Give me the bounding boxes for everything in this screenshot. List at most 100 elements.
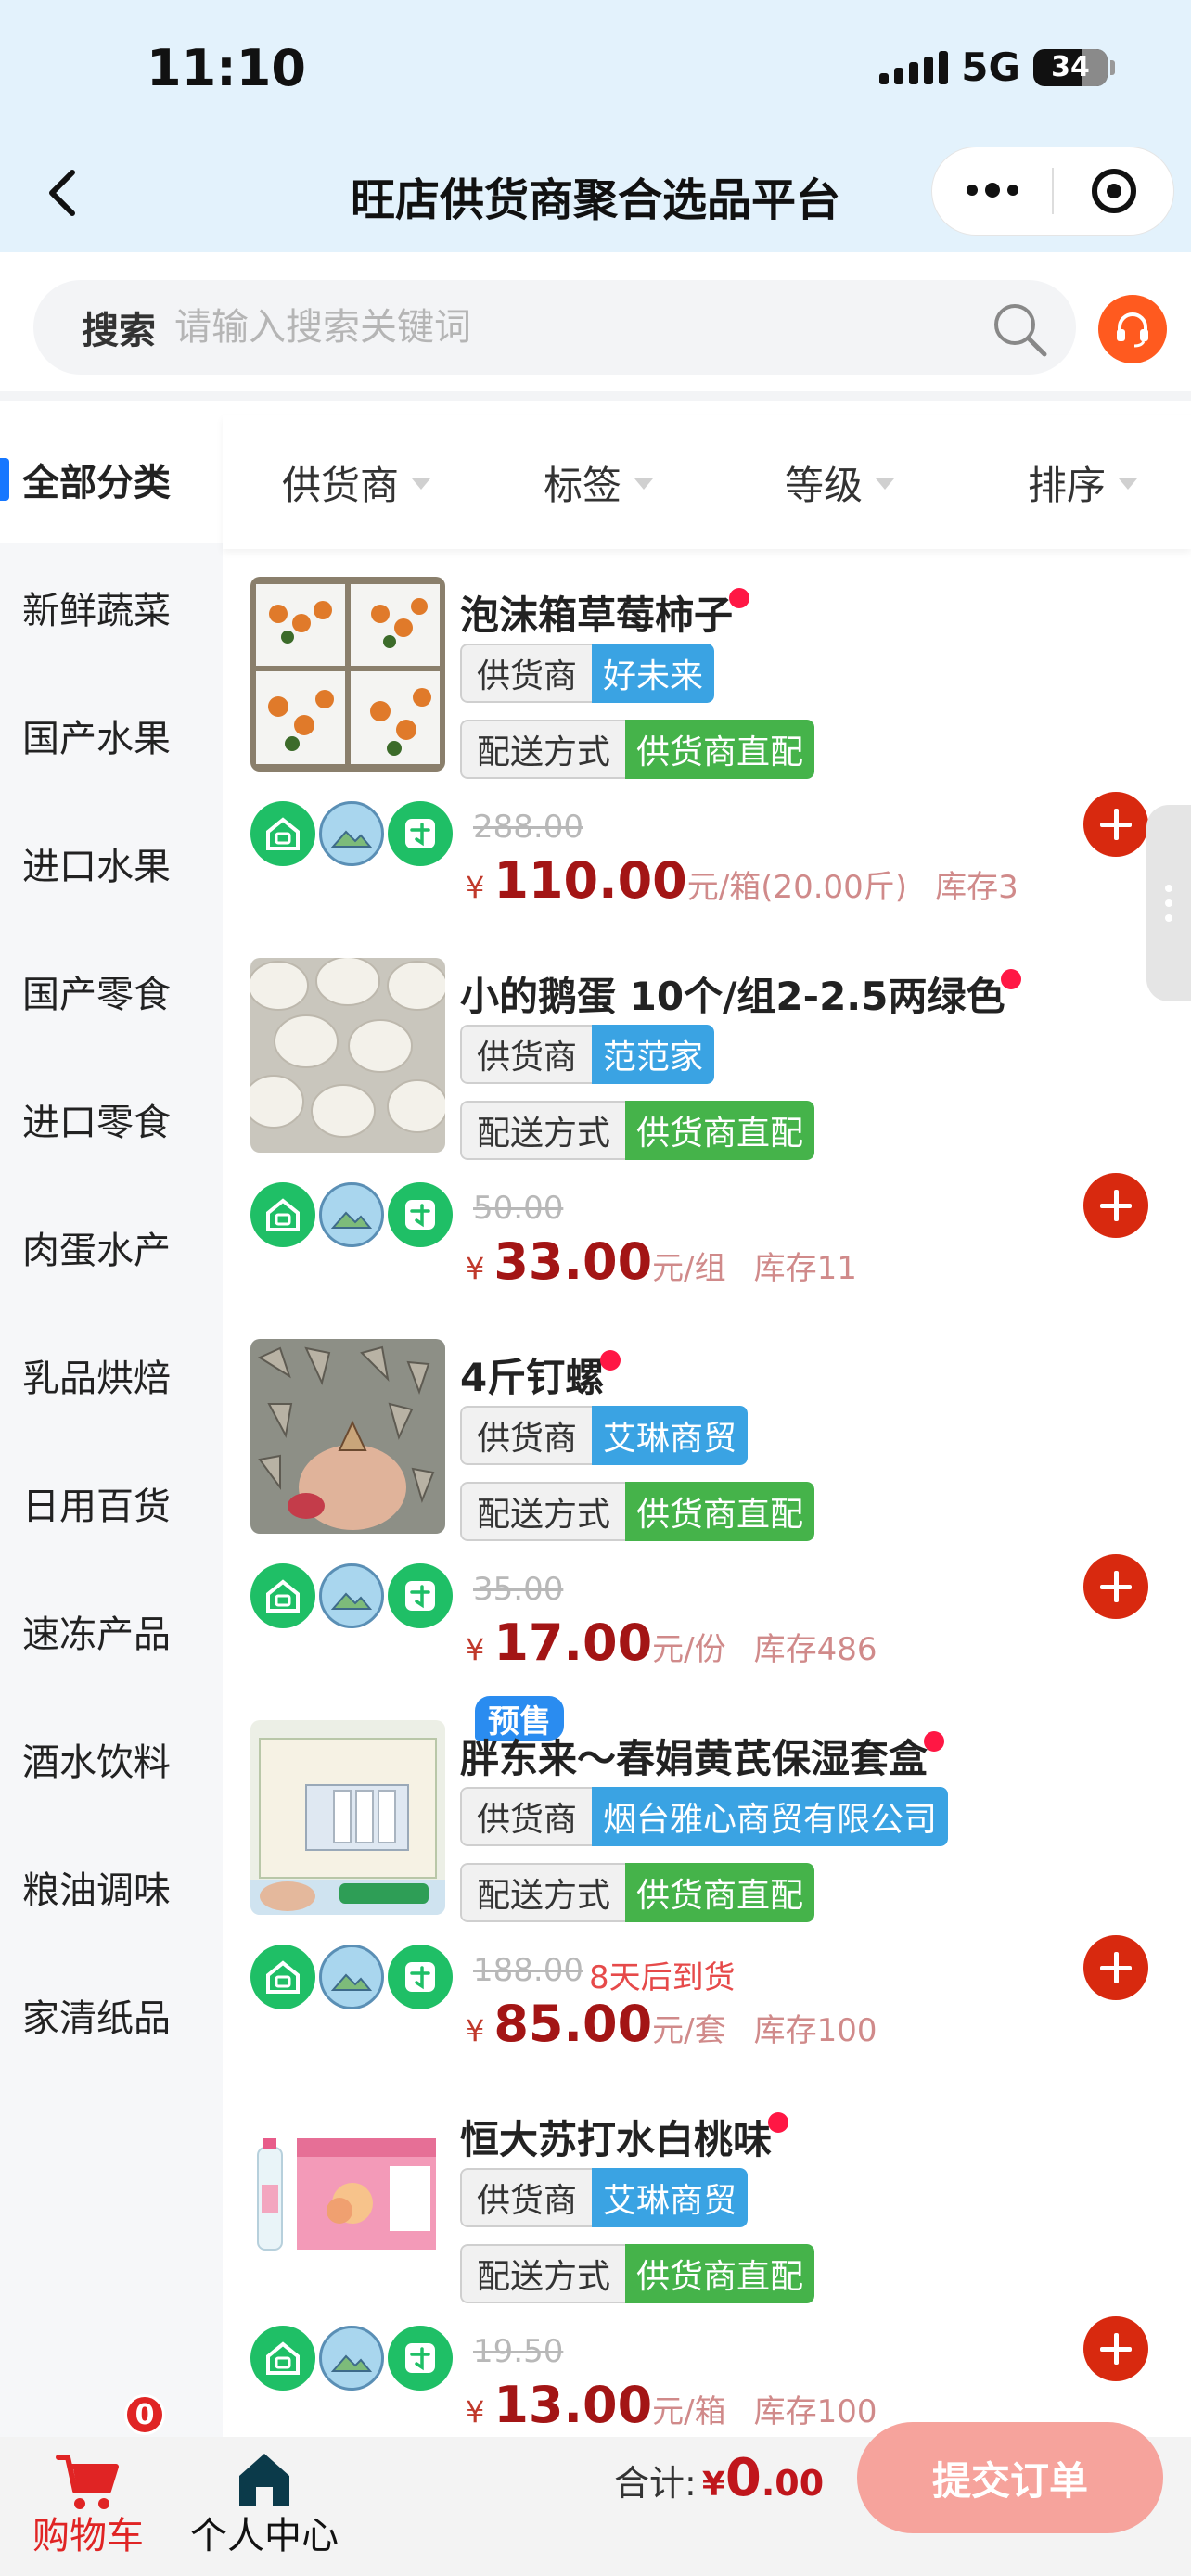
original-price: 50.00 (473, 1190, 564, 1227)
product-name[interactable]: 恒大苏打水白桃味 (460, 2109, 789, 2165)
filter-sort[interactable]: 排序 (1028, 454, 1138, 511)
chevron-down-icon (412, 478, 431, 490)
unread-dot (924, 1731, 945, 1752)
unit: 元/箱(20.00斤) (686, 869, 908, 906)
tab-cart[interactable]: 购物车 (0, 2437, 176, 2576)
image-icon[interactable] (319, 1563, 384, 1628)
product-image[interactable] (250, 1339, 445, 1534)
image-icon[interactable] (319, 1182, 384, 1247)
image-icon[interactable] (319, 2326, 384, 2391)
search-area: 搜索 (0, 252, 1191, 401)
category-sidebar: 全部分类 新鲜蔬菜 国产水果 进口水果 国产零食 进口零食 肉蛋水产 乳品烘焙 … (0, 415, 223, 2437)
mini-program-icon[interactable] (388, 2326, 453, 2391)
price: 13.00 (493, 2376, 653, 2434)
original-price: 188.00 (473, 1952, 583, 1989)
filter-tag[interactable]: 标签 (544, 454, 654, 511)
shop-icon[interactable] (250, 801, 315, 866)
floating-side-handle[interactable] (1146, 805, 1191, 1001)
delivery-tag: 配送方式 供货商直配 (460, 1482, 815, 1541)
search-input[interactable] (174, 306, 1076, 349)
mini-program-icon[interactable] (388, 1182, 453, 1247)
sidebar-item-vegetables[interactable]: 新鲜蔬菜 (0, 543, 223, 671)
search-icon[interactable] (991, 300, 1048, 362)
product-image[interactable] (250, 1720, 445, 1915)
search-bar[interactable]: 搜索 (33, 280, 1076, 375)
submit-order-button[interactable]: 提交订单 (857, 2422, 1163, 2533)
product-name[interactable]: 小的鹅蛋 10个/组2-2.5两绿色 (460, 965, 1022, 1022)
product-image[interactable] (250, 958, 445, 1153)
original-price: 19.50 (473, 2333, 564, 2370)
unit: 元/份 (652, 1631, 726, 1668)
tab-profile[interactable]: 个人中心 (176, 2437, 352, 2576)
unit: 元/箱 (652, 2393, 726, 2430)
product-image[interactable] (250, 2101, 445, 2296)
sidebar-item-all[interactable]: 全部分类 (0, 415, 223, 543)
home-icon (234, 2450, 295, 2519)
sidebar-item-meat-eggs-seafood[interactable]: 肉蛋水产 (0, 1183, 223, 1311)
product-name[interactable]: 4斤钉螺 (460, 1346, 621, 1403)
add-to-cart-button[interactable] (1083, 1173, 1148, 1238)
mini-program-icon[interactable] (388, 1563, 453, 1628)
delivery-tag: 配送方式 供货商直配 (460, 2244, 815, 2303)
product-card[interactable]: 泡沫箱草莓柿子 供货商 好未来 配送方式 供货商直配 288.00 ¥110.00 元… (223, 556, 1191, 937)
filter-supplier[interactable]: 供货商 (282, 454, 431, 511)
product-card[interactable]: 小的鹅蛋 10个/组2-2.5两绿色 供货商 范范家 配送方式 供货商直配 50.0… (223, 937, 1191, 1319)
sidebar-item-domestic-snacks[interactable]: 国产零食 (0, 927, 223, 1055)
cart-count-badge: 0 (124, 2394, 165, 2435)
sidebar-item-daily-goods[interactable]: 日用百货 (0, 1439, 223, 1567)
price: 17.00 (493, 1613, 653, 1672)
supplier-tag: 供货商 烟台雅心商贸有限公司 (460, 1787, 949, 1846)
add-to-cart-button[interactable] (1083, 792, 1148, 857)
order-total: 合计: ¥ 0 .00 (614, 2448, 825, 2508)
product-card[interactable]: 预售 胖东来～春娟黄芪保湿套盒 供货商 烟台雅心商贸有限公司 配送方式 供货商直配 … (223, 1696, 1191, 2081)
more-options-icon[interactable] (932, 183, 1052, 198)
product-name[interactable]: 胖东来～春娟黄芪保湿套盒 (460, 1728, 945, 1784)
battery-icon: 34 (1033, 48, 1115, 86)
stock: 库存486 (753, 1631, 877, 1668)
shop-icon[interactable] (250, 1182, 315, 1247)
product-action-icons (250, 2326, 453, 2391)
top-bar: 11:10 5G 34 旺店供货商聚合选品平台 (0, 0, 1191, 252)
image-icon[interactable] (319, 1945, 384, 2009)
sidebar-item-drinks[interactable]: 酒水饮料 (0, 1695, 223, 1823)
filter-level[interactable]: 等级 (785, 454, 895, 511)
mini-program-icon[interactable] (388, 801, 453, 866)
product-list: 泡沫箱草莓柿子 供货商 好未来 配送方式 供货商直配 288.00 ¥110.00 元… (223, 556, 1191, 2462)
unread-dot (729, 588, 750, 608)
product-action-icons (250, 1945, 453, 2009)
sidebar-item-cleaning-paper[interactable]: 家清纸品 (0, 1951, 223, 2079)
product-card[interactable]: 恒大苏打水白桃味 供货商 艾琳商贸 配送方式 供货商直配 19.50 ¥13.00 元… (223, 2081, 1191, 2462)
shop-icon[interactable] (250, 1945, 315, 2009)
signal-icon (879, 50, 949, 84)
shop-icon[interactable] (250, 2326, 315, 2391)
price-line: ¥13.00 元/箱 库存100 (466, 2376, 877, 2434)
price: 33.00 (493, 1232, 653, 1291)
unread-dot (600, 1350, 621, 1371)
close-miniprogram-icon[interactable] (1054, 167, 1173, 215)
shop-icon[interactable] (250, 1563, 315, 1628)
sidebar-item-imported-snacks[interactable]: 进口零食 (0, 1055, 223, 1183)
add-to-cart-button[interactable] (1083, 1554, 1148, 1619)
add-to-cart-button[interactable] (1083, 1935, 1148, 2000)
unread-dot (768, 2112, 789, 2133)
sidebar-item-domestic-fruit[interactable]: 国产水果 (0, 671, 223, 799)
chevron-down-icon (634, 478, 654, 490)
product-image[interactable] (250, 577, 445, 772)
add-to-cart-button[interactable] (1083, 2316, 1148, 2381)
product-card[interactable]: 4斤钉螺 供货商 艾琳商贸 配送方式 供货商直配 35.00 ¥17.00 元/份 库存… (223, 1319, 1191, 1700)
sidebar-item-dairy-bakery[interactable]: 乳品烘焙 (0, 1311, 223, 1439)
product-action-icons (250, 1563, 453, 1628)
sidebar-item-imported-fruit[interactable]: 进口水果 (0, 799, 223, 927)
unit: 元/套 (652, 2012, 726, 2049)
delivery-tag: 配送方式 供货商直配 (460, 720, 815, 779)
sidebar-item-grain-oil[interactable]: 粮油调味 (0, 1823, 223, 1951)
mini-program-icon[interactable] (388, 1945, 453, 2009)
original-price: 288.00 (473, 809, 583, 846)
product-name[interactable]: 泡沫箱草莓柿子 (460, 584, 750, 641)
original-price: 35.00 (473, 1571, 564, 1608)
arrival-eta: 8天后到货 (589, 1959, 736, 1996)
image-icon[interactable] (319, 801, 384, 866)
sidebar-item-frozen[interactable]: 速冻产品 (0, 1567, 223, 1695)
search-label: 搜索 (82, 310, 156, 352)
customer-service-button[interactable] (1098, 295, 1167, 363)
